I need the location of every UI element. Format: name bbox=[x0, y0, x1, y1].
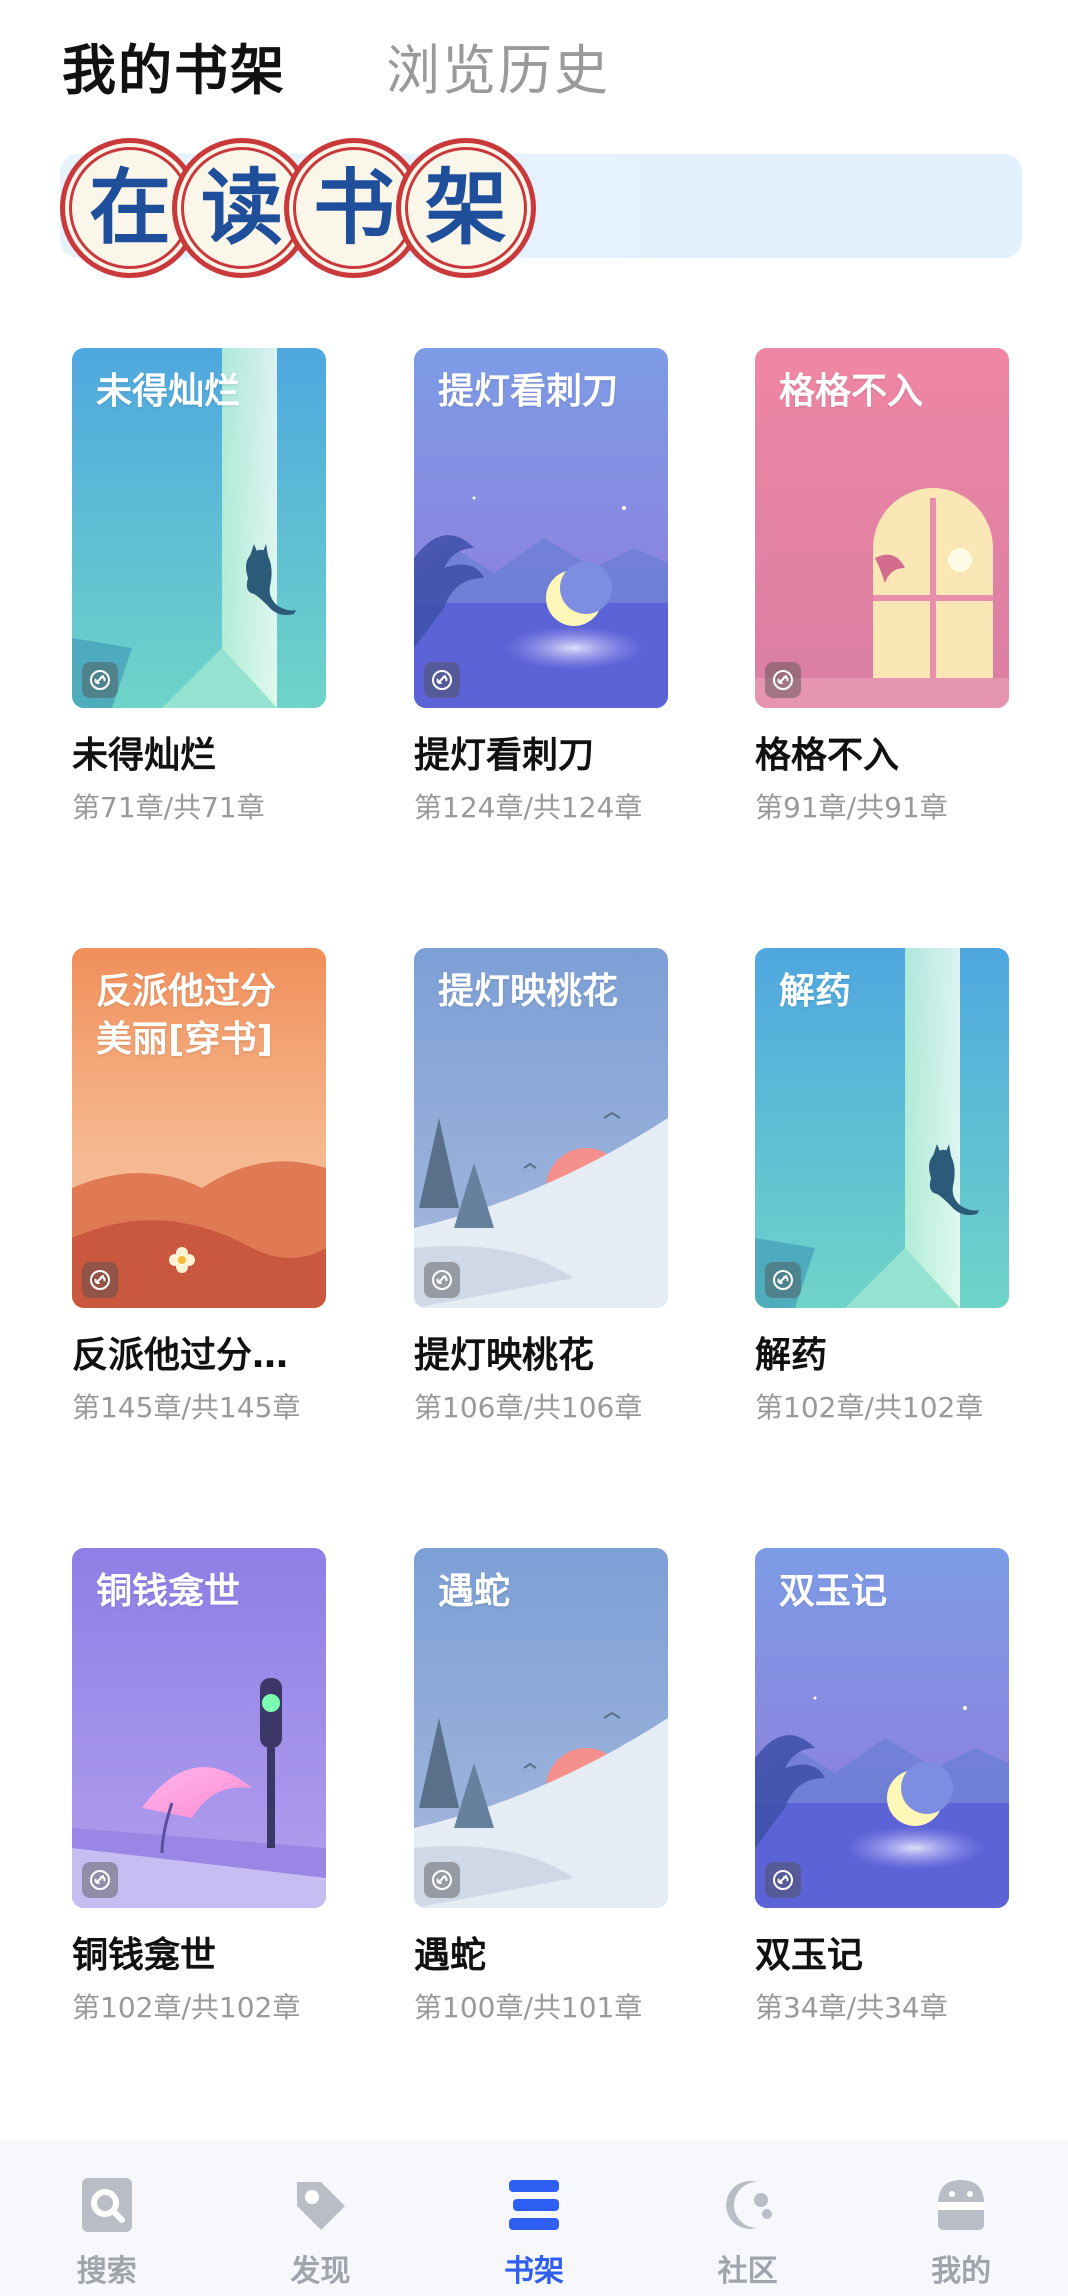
cover-title: 提灯看刺刀 bbox=[438, 371, 619, 412]
book-cover[interactable]: 提灯映桃花 bbox=[414, 948, 668, 1308]
tab-my-bookshelf[interactable]: 我的书架 bbox=[62, 26, 286, 105]
link-icon bbox=[82, 662, 118, 698]
nav-label: 搜索 bbox=[76, 2254, 137, 2289]
book-cover[interactable]: 解药 bbox=[755, 948, 1009, 1308]
cover-title: 未得灿烂 bbox=[96, 371, 241, 412]
bottom-nav: 搜索 发现 书架 社区 我的 bbox=[0, 2140, 1068, 2296]
book-title[interactable]: 双玉记 bbox=[755, 1926, 1009, 1978]
reading-progress: 第102章/共102章 bbox=[755, 1391, 984, 1424]
book-title[interactable]: 反派他过分… bbox=[72, 1326, 326, 1378]
reading-progress: 第71章/共71章 bbox=[72, 791, 265, 824]
reading-shelf-banner: 在 读 书 架 bbox=[60, 138, 1022, 278]
community-icon bbox=[725, 2181, 772, 2229]
tab-browse-history[interactable]: 浏览历史 bbox=[386, 26, 610, 105]
book-cover[interactable]: 提灯看刺刀 bbox=[414, 348, 668, 708]
book-title[interactable]: 提灯看刺刀 bbox=[414, 726, 668, 778]
book-title[interactable]: 未得灿烂 bbox=[72, 726, 326, 778]
reading-progress: 第91章/共91章 bbox=[755, 791, 948, 824]
reading-progress: 第102章/共102章 bbox=[72, 1991, 301, 2024]
book-cover[interactable]: 反派他过分美丽[穿书] bbox=[72, 948, 326, 1308]
tag-icon bbox=[297, 2182, 346, 2230]
link-icon bbox=[424, 662, 460, 698]
link-icon bbox=[424, 1862, 460, 1898]
book-title[interactable]: 遇蛇 bbox=[414, 1926, 668, 1978]
nav-item-discover[interactable]: 发现 bbox=[214, 2140, 428, 2296]
reading-progress: 第34章/共34章 bbox=[755, 1991, 948, 2024]
book-title[interactable]: 格格不入 bbox=[755, 726, 1009, 778]
link-icon bbox=[82, 1262, 118, 1298]
nav-label: 发现 bbox=[290, 2254, 351, 2289]
cover-title: 反派他过分美丽[穿书] bbox=[96, 971, 277, 1060]
reading-progress: 第145章/共145章 bbox=[72, 1391, 301, 1424]
link-icon bbox=[765, 1262, 801, 1298]
cover-title: 铜钱龛世 bbox=[96, 1571, 241, 1612]
book-cover[interactable]: 未得灿烂 bbox=[72, 348, 326, 708]
header-tabs: 我的书架 浏览历史 bbox=[62, 30, 610, 102]
link-icon bbox=[765, 662, 801, 698]
book-title[interactable]: 铜钱龛世 bbox=[72, 1926, 326, 1978]
book-title[interactable]: 提灯映桃花 bbox=[414, 1326, 668, 1378]
nav-item-community[interactable]: 社区 bbox=[641, 2140, 855, 2296]
cover-title: 解药 bbox=[779, 971, 852, 1012]
book-cover[interactable]: 格格不入 bbox=[755, 348, 1009, 708]
reading-progress: 第100章/共101章 bbox=[414, 1991, 643, 2024]
nav-label: 我的 bbox=[931, 2254, 992, 2289]
nav-item-bookshelf[interactable]: 书架 bbox=[427, 2140, 641, 2296]
reading-progress: 第106章/共106章 bbox=[414, 1391, 643, 1424]
book-title[interactable]: 解药 bbox=[755, 1326, 1009, 1378]
cover-title: 格格不入 bbox=[779, 371, 924, 412]
book-cover[interactable]: 双玉记 bbox=[755, 1548, 1009, 1908]
link-icon bbox=[82, 1862, 118, 1898]
banner-char: 书 bbox=[312, 160, 395, 256]
nav-label: 书架 bbox=[503, 2254, 564, 2289]
search-icon bbox=[81, 2178, 132, 2232]
nav-item-search[interactable]: 搜索 bbox=[0, 2140, 214, 2296]
cover-title: 双玉记 bbox=[779, 1571, 888, 1612]
banner-seal: 架 bbox=[396, 138, 536, 278]
book-cover[interactable]: 遇蛇 bbox=[414, 1548, 668, 1908]
banner-char: 架 bbox=[424, 160, 507, 256]
bookshelf-icon bbox=[508, 2180, 559, 2230]
book-cover[interactable]: 铜钱龛世 bbox=[72, 1548, 326, 1908]
banner-char: 在 bbox=[88, 160, 171, 256]
nav-label: 社区 bbox=[717, 2254, 778, 2289]
cover-title: 提灯映桃花 bbox=[438, 971, 619, 1012]
banner-char: 读 bbox=[200, 160, 283, 256]
link-icon bbox=[424, 1262, 460, 1298]
link-icon bbox=[765, 1862, 801, 1898]
cover-title: 遇蛇 bbox=[438, 1571, 511, 1612]
profile-icon bbox=[938, 2180, 985, 2230]
reading-progress: 第124章/共124章 bbox=[414, 791, 643, 824]
nav-item-profile[interactable]: 我的 bbox=[854, 2140, 1068, 2296]
